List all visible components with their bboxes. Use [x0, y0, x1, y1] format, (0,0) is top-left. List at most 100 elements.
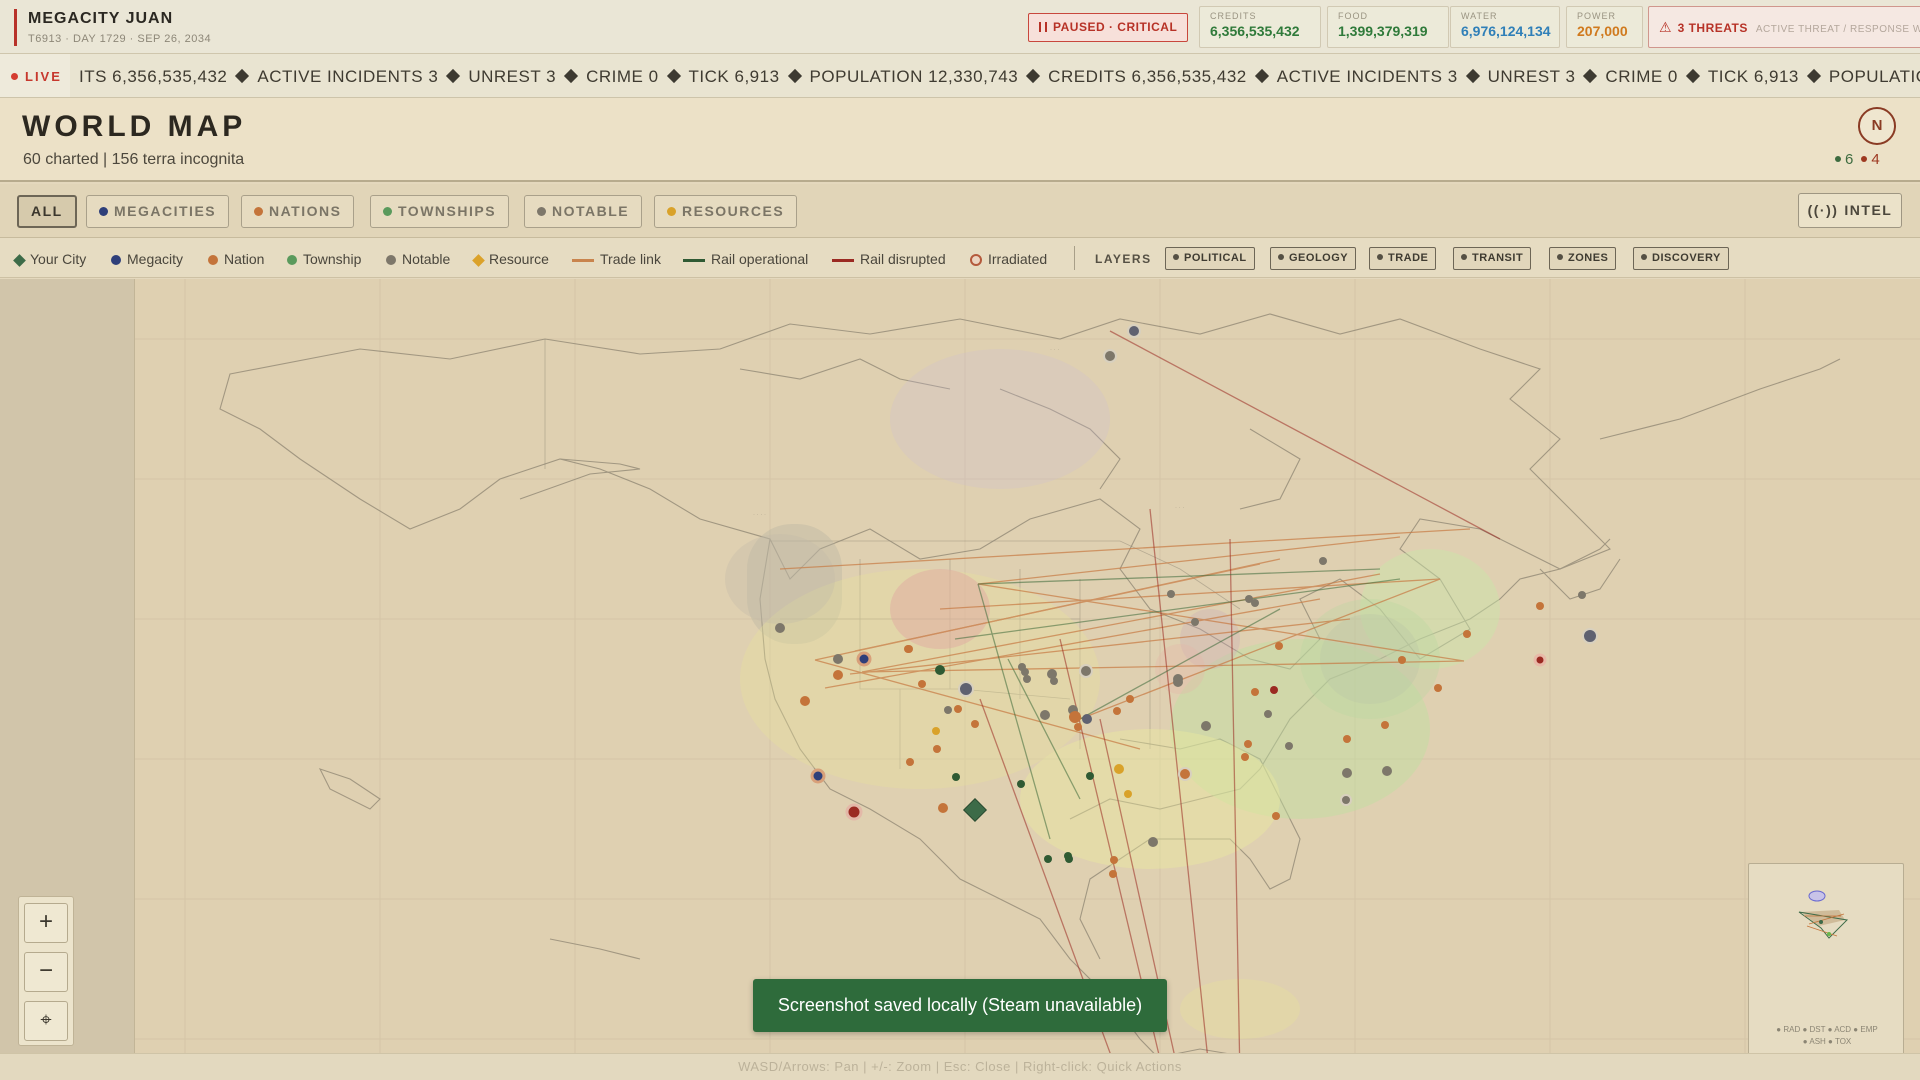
legend-label: Township [303, 251, 362, 267]
live-ticker: LIVE ITS 6,356,535,432 ACTIVE INCIDENTS 3… [0, 54, 1920, 98]
legend-megacity: Megacity [111, 251, 183, 267]
top-bar: MEGACITY JUAN T6913 · DAY 1729 · SEP 26,… [0, 0, 1920, 54]
world-map-canvas[interactable]: · · · · · · · · · · + − ⌖ ● RAD ● DST ● … [0, 279, 1920, 1080]
ticker-item: TICK 6,913 [1707, 67, 1799, 86]
layer-transit-toggle[interactable]: TRANSIT [1453, 247, 1532, 270]
layer-trade-toggle[interactable]: TRADE [1369, 247, 1437, 270]
legend-township: Township [287, 251, 361, 267]
layer-label: GEOLOGY [1289, 252, 1349, 264]
layer-discovery-toggle[interactable]: DISCOVERY [1633, 247, 1729, 270]
legend-rail-disrupted: Rail disrupted [832, 251, 946, 267]
layer-geology-toggle[interactable]: GEOLOGY [1270, 247, 1357, 270]
intel-label: INTEL [1844, 202, 1893, 218]
filter-all-button[interactable]: ALL [17, 195, 77, 228]
paused-status-badge[interactable]: PAUSED · CRITICAL [1028, 13, 1189, 42]
resource-dot-icon [667, 207, 676, 216]
ticker-item: TICK 6,913 [688, 67, 780, 86]
water-resource[interactable]: WATER 6,976,124,134 [1450, 6, 1560, 48]
intel-button[interactable]: ((·)) INTEL [1798, 193, 1902, 228]
keyboard-help-bar: WASD/Arrows: Pan | +/-: Zoom | Esc: Clos… [0, 1053, 1920, 1080]
ticker-item: ACTIVE INCIDENTS 3 [1276, 67, 1458, 86]
legend-rail-operational: Rail operational [683, 251, 808, 267]
notable-dot-icon [386, 255, 396, 266]
ticker-item: UNREST 3 [1487, 67, 1576, 86]
diamond-separator-icon [235, 68, 250, 84]
toast-notification: Screenshot saved locally (Steam unavaila… [753, 979, 1167, 1032]
nation-dot-icon [254, 207, 263, 216]
ticker-track: ITS 6,356,535,432 ACTIVE INCIDENTS 3 UNRES… [79, 67, 1920, 87]
world-map-header: WORLD MAP 60 charted | 156 terra incogni… [0, 98, 1920, 182]
diamond-separator-icon [666, 68, 681, 84]
status-label: PAUSED · CRITICAL [1053, 20, 1178, 34]
filter-resources-button[interactable]: RESOURCES [654, 195, 798, 228]
page-title: WORLD MAP [22, 110, 247, 143]
minimap-drawing [1798, 890, 1849, 939]
filter-nations-button[interactable]: NATIONS [241, 195, 355, 228]
map-drawing: · · · · · · · · · · [135, 279, 1920, 1080]
legend-nation: Nation [208, 251, 264, 267]
charted-summary: 60 charted | 156 terra incognita [23, 151, 245, 168]
credits-value: 6,356,535,432 [1210, 23, 1300, 39]
filter-resources-label: RESOURCES [682, 203, 785, 219]
legend-label: Rail operational [711, 251, 809, 267]
red-dot-icon [1861, 156, 1868, 162]
filter-megacities-label: MEGACITIES [114, 203, 217, 219]
food-resource[interactable]: FOOD 1,399,379,319 [1327, 6, 1449, 48]
credits-resource[interactable]: CREDITS 6,356,535,432 [1199, 6, 1321, 48]
red-count: 4 [1861, 151, 1880, 168]
layer-label: ZONES [1568, 252, 1609, 264]
compass-north-icon[interactable]: N [1858, 107, 1896, 145]
live-dot-icon [11, 73, 18, 80]
layers-label: LAYERS [1095, 252, 1152, 266]
diamond-separator-icon [1465, 68, 1480, 84]
filter-townships-label: TOWNSHIPS [398, 203, 497, 219]
diamond-separator-icon [1583, 68, 1598, 84]
threats-panel[interactable]: ⚠ 3 THREATS ACTIVE THREAT / RESPONSE W [1648, 6, 1920, 48]
water-value: 6,976,124,134 [1461, 23, 1551, 39]
filter-townships-button[interactable]: TOWNSHIPS [370, 195, 510, 228]
filter-megacities-button[interactable]: MEGACITIES [86, 195, 230, 228]
legend-label: Irradiated [988, 251, 1048, 267]
layer-label: TRANSIT [1472, 252, 1524, 264]
diamond-separator-icon [1806, 68, 1821, 84]
layer-label: POLITICAL [1184, 252, 1247, 264]
ticker-item: POPULATION 12,330,743 [809, 67, 1019, 86]
water-label: WATER [1461, 11, 1498, 21]
diamond-separator-icon [1026, 68, 1041, 84]
zoom-out-button[interactable]: − [24, 952, 68, 992]
layer-dot-icon [1173, 254, 1179, 260]
layer-dot-icon [1278, 254, 1284, 260]
layer-label: TRADE [1388, 252, 1429, 264]
irradiated-ring-icon [970, 254, 982, 267]
green-dot-icon [1835, 156, 1841, 162]
filter-nations-label: NATIONS [269, 203, 342, 219]
legend-label: Your City [30, 251, 87, 267]
layer-zones-toggle[interactable]: ZONES [1549, 247, 1617, 270]
diamond-separator-icon [1685, 68, 1700, 84]
legend-irradiated: Irradiated [970, 251, 1047, 267]
zoom-in-button[interactable]: + [24, 903, 68, 943]
power-label: POWER [1577, 11, 1617, 21]
zone-overlays [725, 349, 1500, 1039]
layer-political-toggle[interactable]: POLITICAL [1165, 247, 1255, 270]
legend-your-city: Your City [13, 251, 87, 267]
power-resource[interactable]: POWER 207,000 [1566, 6, 1643, 48]
filter-notable-button[interactable]: NOTABLE [524, 195, 643, 228]
filter-notable-label: NOTABLE [552, 203, 630, 219]
legend-notable: Notable [386, 251, 450, 267]
township-dot-icon [287, 255, 297, 266]
megacity-dot-icon [111, 255, 121, 266]
zoom-controls: + − ⌖ [18, 896, 74, 1046]
legend-trade-link: Trade link [572, 251, 661, 267]
minimap[interactable]: ● RAD ● DST ● ACD ● EMP ● ASH ● TOX [1748, 863, 1904, 1073]
green-count-value: 6 [1845, 151, 1854, 168]
diamond-separator-icon [564, 68, 579, 84]
food-value: 1,399,379,319 [1338, 23, 1428, 39]
recenter-button[interactable]: ⌖ [24, 1001, 68, 1041]
filter-bar: ALL MEGACITIES NATIONS TOWNSHIPS NOTABLE… [0, 184, 1920, 238]
diamond-separator-icon [787, 68, 802, 84]
legend-label: Nation [224, 251, 265, 267]
city-name: MEGACITY JUAN [28, 10, 174, 27]
layer-dot-icon [1377, 254, 1383, 260]
ticker-item: CRIME 0 [586, 67, 659, 86]
